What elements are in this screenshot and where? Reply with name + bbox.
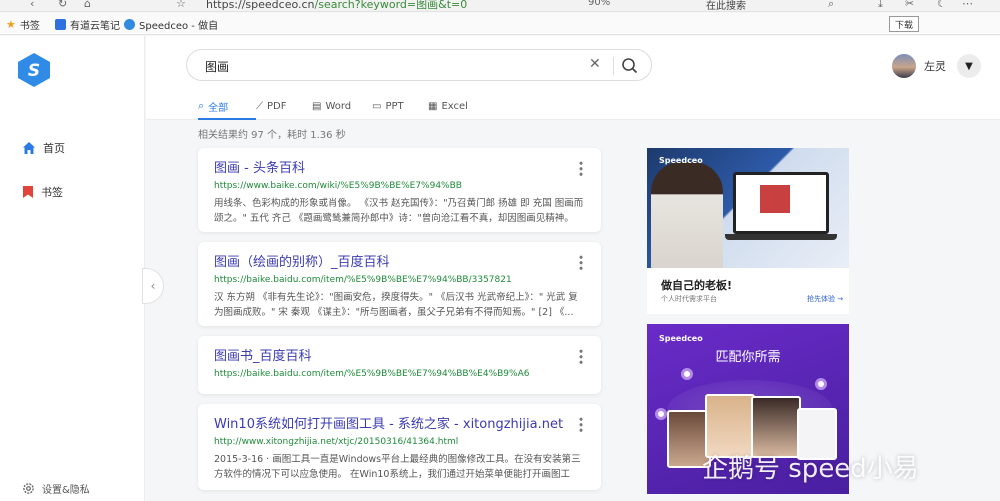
moon-icon[interactable]: ☾ bbox=[937, 0, 947, 10]
bookmarks-bar: ★ 书签 有道云笔记 Speedceo - 做自 bbox=[0, 13, 1000, 35]
result-url[interactable]: http://www.xitongzhijia.net/xtjc/2015031… bbox=[214, 437, 585, 447]
result-url[interactable]: https://baike.baidu.com/item/%E5%9B%BE%E… bbox=[214, 275, 585, 285]
result-snippet: 2015-3-16 · 画图工具一直是Windows平台上最经典的图像修改工具。… bbox=[214, 454, 581, 480]
ad-brand: Speedceo bbox=[659, 334, 703, 343]
scissors-icon[interactable]: ✂ bbox=[905, 0, 914, 10]
ad-subtitle: 个人时代需求平台 bbox=[661, 295, 717, 303]
reload-icon[interactable]: ↻ bbox=[58, 0, 67, 10]
zoom-level[interactable]: 90% bbox=[588, 0, 610, 8]
user-profile[interactable]: 左灵 bbox=[892, 54, 946, 78]
ad-headline: 做自己的老板! bbox=[661, 279, 733, 292]
chevron-left-icon: ‹ bbox=[150, 279, 156, 293]
ad-headline: 匹配你所需 bbox=[715, 350, 781, 365]
back-icon[interactable]: ‹ bbox=[30, 0, 34, 10]
home-browser-icon[interactable]: ⌂ bbox=[84, 0, 91, 10]
search-bar: ✕ bbox=[186, 49, 652, 81]
location-pin-icon bbox=[681, 368, 693, 380]
app-logo[interactable]: S bbox=[16, 52, 52, 88]
search-divider bbox=[613, 57, 614, 75]
browser-search-box[interactable]: 在此搜索 bbox=[706, 0, 746, 11]
more-icon[interactable]: ⋯ bbox=[962, 0, 973, 10]
speedceo-icon bbox=[124, 19, 135, 30]
sidebar-item-bookmark[interactable]: 书签 bbox=[22, 184, 63, 200]
gear-icon bbox=[23, 483, 34, 494]
more-options-icon[interactable]: ••• bbox=[574, 348, 587, 364]
tab-ppt[interactable]: ▭ PPT bbox=[372, 96, 428, 116]
location-pin-icon bbox=[815, 378, 827, 390]
result-url[interactable]: https://www.baike.com/wiki/%E5%9B%BE%E7%… bbox=[214, 181, 585, 191]
bookmark-youdao[interactable]: 有道云笔记 bbox=[55, 17, 120, 32]
result-card: Win10系统如何打开画图工具 - 系统之家 - xitongzhijia.ne… bbox=[198, 404, 601, 490]
favorite-star-icon[interactable]: ☆ bbox=[176, 0, 186, 10]
youdao-icon bbox=[55, 19, 66, 30]
pdf-icon: ⟋ bbox=[256, 100, 263, 112]
excel-icon: ▦ bbox=[428, 100, 438, 112]
bookmark-speedceo[interactable]: Speedceo - 做自 bbox=[124, 17, 218, 32]
more-options-icon[interactable]: ••• bbox=[574, 416, 587, 432]
result-card: 图画 - 头条百科 https://www.baike.com/wiki/%E5… bbox=[198, 148, 601, 232]
result-url[interactable]: https://baike.baidu.com/item/%E5%9B%BE%E… bbox=[214, 369, 585, 379]
filter-tabs: ⌕ 全部 ⟋ PDF ▤ Word ▭ PPT ▦ Excel bbox=[198, 96, 488, 120]
sidebar: S 首页 书签 设置&隐私 bbox=[0, 36, 145, 501]
home-icon bbox=[23, 142, 35, 154]
more-options-icon[interactable]: ••• bbox=[574, 160, 587, 176]
download-icon[interactable]: ⤓ bbox=[878, 0, 883, 11]
browser-search-icon[interactable]: ⌕ bbox=[828, 0, 834, 11]
star-icon: ★ bbox=[6, 18, 16, 31]
ppt-icon: ▭ bbox=[372, 100, 382, 112]
caret-down-icon: ▼ bbox=[965, 60, 973, 72]
clear-icon[interactable]: ✕ bbox=[589, 56, 601, 72]
word-icon: ▤ bbox=[312, 100, 322, 112]
tab-word[interactable]: ▤ Word bbox=[312, 96, 372, 116]
search-input[interactable] bbox=[205, 57, 575, 75]
ad-person-illustration bbox=[651, 162, 723, 268]
result-title[interactable]: Win10系统如何打开画图工具 - 系统之家 - xitongzhijia.ne… bbox=[214, 413, 585, 432]
address-bar[interactable]: https://speedceo.cn/search?keyword=图画&t=… bbox=[206, 0, 467, 11]
bookmark-icon bbox=[23, 186, 33, 198]
result-snippet: 汉 东方朔 《非有先生论》："图画安危，揆度得失。" 《后汉书 光武帝纪上》："… bbox=[214, 292, 578, 318]
location-pin-icon bbox=[655, 408, 667, 420]
watermark: 企鹅号 speed小易 bbox=[702, 454, 919, 484]
result-title[interactable]: 图画 - 头条百科 bbox=[214, 157, 585, 176]
ad-banner-boss[interactable]: Speedceo 做自己的老板! 个人时代需求平台 抢先体验 → bbox=[647, 148, 849, 314]
ad-cta-link[interactable]: 抢先体验 → bbox=[807, 294, 843, 304]
laptop-illustration bbox=[733, 172, 829, 234]
result-snippet: 用线条、色彩构成的形象或肖像。 《汉书 赵充国传》："乃召黄门郎 扬雄 即 充国… bbox=[214, 198, 584, 224]
settings-privacy-link[interactable]: 设置&隐私 bbox=[22, 481, 90, 496]
result-title[interactable]: 图画（绘画的别称）_百度百科 bbox=[214, 251, 585, 270]
result-count: 相关结果约 97 个，耗时 1.36 秒 bbox=[198, 130, 346, 141]
sidebar-item-home[interactable]: 首页 bbox=[22, 140, 65, 156]
browser-toolbar: ‹ ↻ ⌂ ☆ https://speedceo.cn/search?keywo… bbox=[0, 0, 1000, 12]
result-card: 图画（绘画的别称）_百度百科 https://baike.baidu.com/i… bbox=[198, 242, 601, 326]
search-icon: ⌕ bbox=[198, 99, 205, 112]
bookmark-folder[interactable]: ★ 书签 bbox=[6, 17, 40, 32]
avatar bbox=[892, 54, 916, 78]
result-card: 图画书_百度百科 https://baike.baidu.com/item/%E… bbox=[198, 336, 601, 394]
svg-text:S: S bbox=[28, 61, 40, 81]
download-tooltip: 下载 bbox=[889, 16, 920, 32]
ad-brand: Speedceo bbox=[659, 156, 703, 165]
search-header: ✕ ⌕ 全部 ⟋ PDF ▤ Word ▭ PPT ▦ Excel 左灵 ▼ bbox=[146, 36, 1000, 120]
more-options-icon[interactable]: ••• bbox=[574, 254, 587, 270]
ad-image: Speedceo bbox=[647, 148, 849, 268]
tab-excel[interactable]: ▦ Excel bbox=[428, 96, 488, 116]
tab-all[interactable]: ⌕ 全部 bbox=[198, 96, 256, 120]
tab-pdf[interactable]: ⟋ PDF bbox=[256, 96, 312, 116]
result-title[interactable]: 图画书_百度百科 bbox=[214, 345, 585, 364]
user-menu-button[interactable]: ▼ bbox=[957, 54, 981, 78]
sidebar-collapse-button[interactable]: ‹ bbox=[142, 268, 164, 304]
search-button[interactable] bbox=[620, 56, 640, 76]
